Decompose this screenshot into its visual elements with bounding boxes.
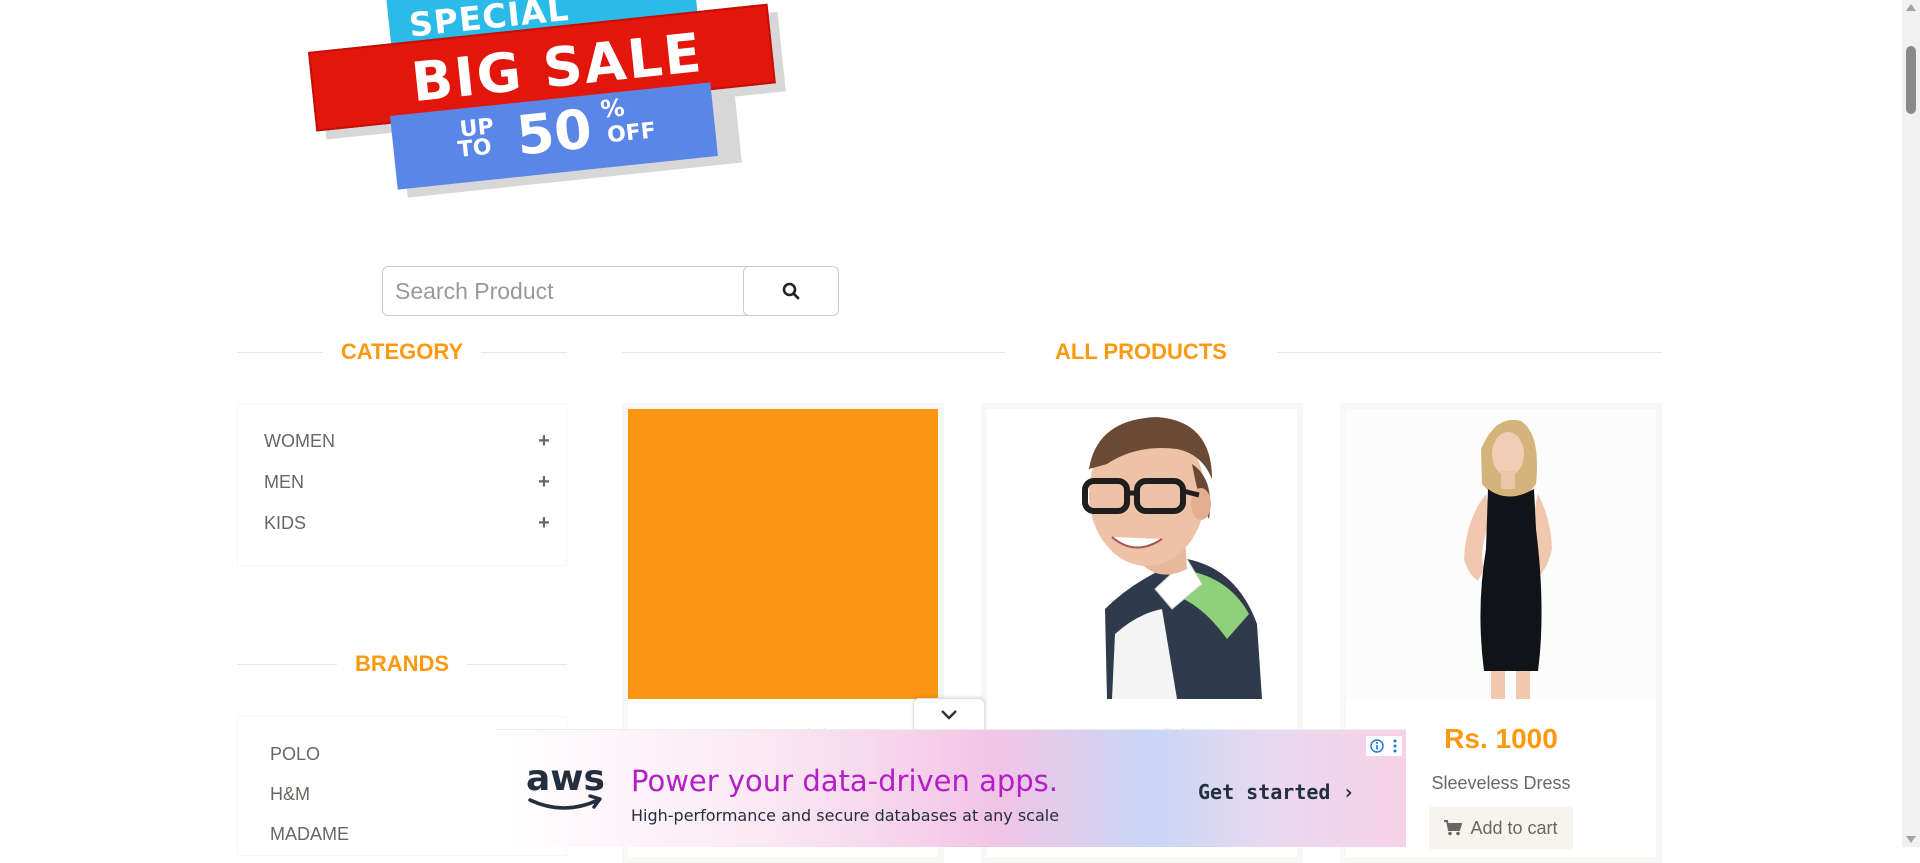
more-options-icon[interactable]	[1392, 739, 1398, 753]
banner-percent-value: 50	[513, 97, 595, 168]
search-button[interactable]	[743, 266, 839, 316]
plus-icon[interactable]: +	[534, 512, 554, 535]
ad-subline: High-performance and secure databases at…	[631, 806, 1060, 825]
search-icon	[782, 282, 800, 300]
banner-off-text: OFF	[605, 118, 658, 149]
category-title: CATEGORY	[340, 339, 464, 364]
product-image[interactable]	[987, 409, 1297, 699]
scroll-down-arrow-icon[interactable]	[1906, 836, 1916, 843]
search-input[interactable]	[382, 266, 754, 316]
scroll-thumb[interactable]	[1906, 46, 1916, 114]
brand-item-polo[interactable]: POLO	[270, 744, 320, 765]
category-item-kids[interactable]: KIDS +	[264, 508, 554, 538]
brands-title: BRANDS	[354, 651, 450, 676]
add-to-cart-label: Add to cart	[1470, 817, 1558, 838]
scroll-up-arrow-icon[interactable]	[1906, 4, 1916, 11]
banner-percent-sign: %	[599, 93, 626, 124]
plus-icon[interactable]: +	[534, 430, 554, 453]
all-products-title: ALL PRODUCTS	[1055, 339, 1227, 364]
aws-logo: aws	[526, 758, 606, 821]
brand-item-madame[interactable]: MADAME	[270, 824, 349, 845]
sale-banner: SPECIAL OFFER BIG SALE UP TO 50 % OFF	[300, 0, 820, 200]
info-icon[interactable]	[1370, 739, 1384, 753]
product-search	[382, 266, 839, 316]
add-to-cart-button[interactable]: Add to cart	[1429, 807, 1573, 849]
page-scrollbar[interactable]	[1902, 0, 1920, 847]
category-panel: WOMEN + MEN + KIDS +	[237, 403, 567, 566]
all-products-heading: ALL PRODUCTS	[622, 337, 1662, 367]
brands-heading: BRANDS	[237, 649, 567, 679]
shopping-cart-icon	[1444, 820, 1463, 836]
category-item-label: MEN	[264, 471, 304, 492]
ad-get-started-link[interactable]: Get started ›	[1198, 780, 1355, 804]
aws-logo-text: aws	[526, 760, 605, 799]
product-image[interactable]	[628, 409, 938, 699]
plus-icon[interactable]: +	[534, 471, 554, 494]
chevron-down-icon	[941, 709, 957, 720]
category-heading: CATEGORY	[237, 337, 568, 367]
ad-collapse-button[interactable]	[913, 698, 985, 730]
category-item-women[interactable]: WOMEN +	[264, 426, 554, 456]
woman-black-dress-image	[1346, 409, 1656, 699]
product-image[interactable]	[1346, 409, 1656, 699]
ad-banner[interactable]: aws Power your data-driven apps. High-pe…	[496, 729, 1406, 847]
banner-to-text: TO	[456, 134, 493, 164]
category-item-men[interactable]: MEN +	[264, 467, 554, 497]
category-item-label: WOMEN	[264, 430, 335, 451]
ad-info-controls	[1366, 736, 1402, 756]
category-item-label: KIDS	[264, 512, 307, 533]
man-with-glasses-image	[987, 409, 1297, 699]
brand-item-hm[interactable]: H&M	[270, 784, 310, 805]
ad-headline: Power your data-driven apps.	[631, 764, 1059, 798]
